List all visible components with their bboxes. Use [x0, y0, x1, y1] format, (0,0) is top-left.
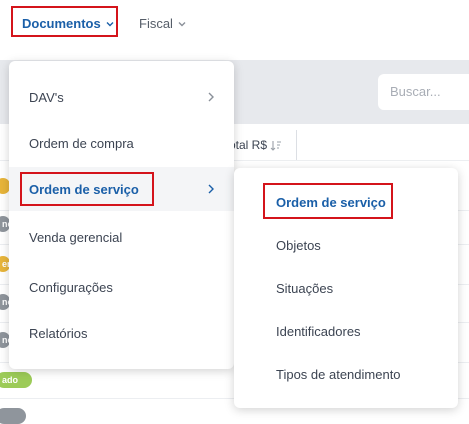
menu-item-label: Venda gerencial: [29, 229, 123, 245]
submenu-item-tipos-de-atendimento[interactable]: Tipos de atendimento: [234, 354, 458, 394]
status-badge: [0, 408, 26, 424]
documentos-dropdown-menu: DAV's Ordem de compra Ordem de serviço V…: [9, 61, 234, 369]
submenu-item-label: Identificadores: [276, 323, 361, 339]
menu-item-label: Configurações: [29, 279, 113, 295]
nav-fiscal-label: Fiscal: [139, 16, 173, 31]
menu-item-ordem-de-compra[interactable]: Ordem de compra: [9, 121, 234, 165]
column-header-total-label: otal R$: [229, 138, 268, 152]
highlight-box-documentos: [11, 6, 118, 37]
submenu-item-label: Tipos de atendimento: [276, 366, 401, 382]
chevron-down-icon: [178, 21, 186, 26]
chevron-right-icon: [208, 184, 214, 194]
menu-item-relatorios[interactable]: Relatórios: [9, 311, 234, 355]
menu-item-configuracoes[interactable]: Configurações: [9, 265, 234, 309]
column-separator: [296, 130, 297, 160]
column-header-total[interactable]: otal R$: [229, 138, 282, 152]
submenu-item-label: Objetos: [276, 237, 321, 253]
menu-item-label: DAV's: [29, 89, 64, 105]
highlight-box-ordem-de-servico: [20, 172, 154, 206]
menu-item-venda-gerencial[interactable]: Venda gerencial: [9, 215, 234, 259]
sort-icon: [270, 140, 282, 151]
submenu-item-identificadores[interactable]: Identificadores: [234, 311, 458, 351]
status-badge: ado: [0, 372, 32, 388]
menu-item-label: Ordem de compra: [29, 135, 134, 151]
submenu-item-label: Situações: [276, 280, 334, 296]
search-placeholder: Buscar...: [390, 84, 441, 99]
submenu-item-objetos[interactable]: Objetos: [234, 225, 458, 265]
menu-item-davs[interactable]: DAV's: [9, 75, 234, 119]
submenu-item-situacoes[interactable]: Situações: [234, 268, 458, 308]
highlight-box-submenu-ordem-de-servico: [263, 183, 393, 219]
chevron-right-icon: [208, 92, 214, 102]
menu-item-label: Relatórios: [29, 325, 88, 341]
nav-fiscal[interactable]: Fiscal: [139, 16, 187, 31]
search-input[interactable]: Buscar...: [378, 74, 469, 110]
